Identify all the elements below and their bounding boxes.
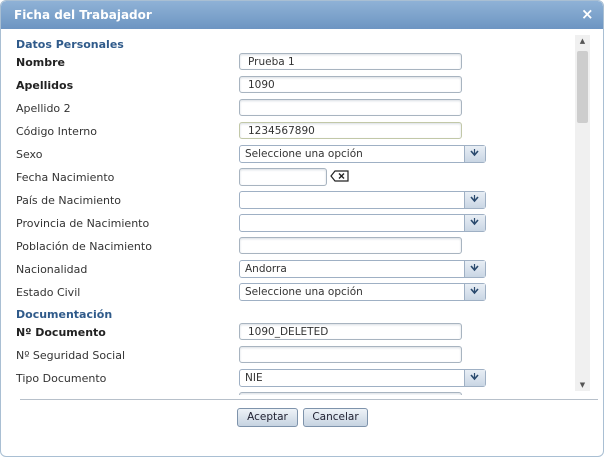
chevron-down-icon[interactable] [464, 192, 485, 208]
pais-nacimiento-select[interactable] [239, 191, 486, 209]
section-datos-personales: Datos Personales [16, 38, 124, 51]
fecha-nacimiento-input[interactable] [239, 168, 327, 186]
scroll-down-icon[interactable]: ▼ [575, 379, 590, 391]
apellido2-input[interactable] [239, 99, 462, 116]
nacionalidad-value: Andorra [245, 263, 287, 275]
chevron-down-icon[interactable] [464, 261, 485, 277]
seguridad-social-input[interactable] [239, 346, 462, 363]
sexo-select[interactable]: Seleccione una opción [239, 145, 486, 163]
cancel-button[interactable]: Cancelar [303, 408, 368, 427]
apellidos-input[interactable]: 1090 [239, 76, 462, 93]
chevron-down-icon[interactable] [464, 146, 485, 162]
poblacion-nacimiento-input[interactable] [239, 237, 462, 254]
form-content: Datos Personales Nombre Prueba 1 Apellid… [1, 31, 575, 395]
chevron-down-icon[interactable] [464, 370, 485, 386]
form-scrollbar[interactable]: ▲ ▼ [575, 35, 590, 391]
codigo-interno-label: Código Interno [16, 125, 97, 138]
fecha-nacimiento-label: Fecha Nacimiento [16, 171, 115, 184]
clear-date-icon[interactable] [330, 170, 349, 185]
worker-dialog: Ficha del Trabajador × Datos Personales … [0, 0, 604, 457]
next-field-partial [239, 392, 462, 395]
apellidos-label: Apellidos [16, 79, 74, 92]
section-documentacion: Documentación [16, 308, 113, 321]
chevron-down-icon[interactable] [464, 215, 485, 231]
nombre-input[interactable]: Prueba 1 [239, 53, 462, 70]
title-bar[interactable]: Ficha del Trabajador × [1, 1, 603, 29]
tipo-documento-label: Tipo Documento [16, 372, 107, 385]
documento-label: Nº Documento [16, 326, 106, 339]
scroll-up-icon[interactable]: ▲ [575, 35, 590, 47]
codigo-interno-input[interactable]: 1234567890 [239, 122, 462, 139]
nombre-label: Nombre [16, 56, 65, 69]
dialog-title: Ficha del Trabajador [14, 8, 152, 22]
accept-button[interactable]: Aceptar [237, 408, 298, 427]
tipo-documento-select[interactable]: NIE [239, 369, 486, 387]
tipo-documento-value: NIE [245, 372, 263, 384]
nacionalidad-label: Nacionalidad [16, 263, 88, 276]
estado-civil-label: Estado Civil [16, 286, 81, 299]
estado-civil-select[interactable]: Seleccione una opción [239, 283, 486, 301]
estado-civil-value: Seleccione una opción [245, 286, 363, 298]
scroll-thumb[interactable] [577, 51, 588, 123]
close-icon[interactable]: × [581, 6, 594, 22]
nacionalidad-select[interactable]: Andorra [239, 260, 486, 278]
footer-divider [20, 399, 598, 400]
apellido2-label: Apellido 2 [16, 102, 71, 115]
poblacion-nacimiento-label: Población de Nacimiento [16, 240, 152, 253]
provincia-nacimiento-label: Provincia de Nacimiento [16, 217, 150, 230]
sexo-label: Sexo [16, 148, 43, 161]
documento-input[interactable]: 1090_DELETED [239, 323, 462, 340]
sexo-value: Seleccione una opción [245, 148, 363, 160]
provincia-nacimiento-select[interactable] [239, 214, 486, 232]
chevron-down-icon[interactable] [464, 284, 485, 300]
seguridad-social-label: Nº Seguridad Social [16, 349, 126, 362]
pais-nacimiento-label: País de Nacimiento [16, 194, 122, 207]
